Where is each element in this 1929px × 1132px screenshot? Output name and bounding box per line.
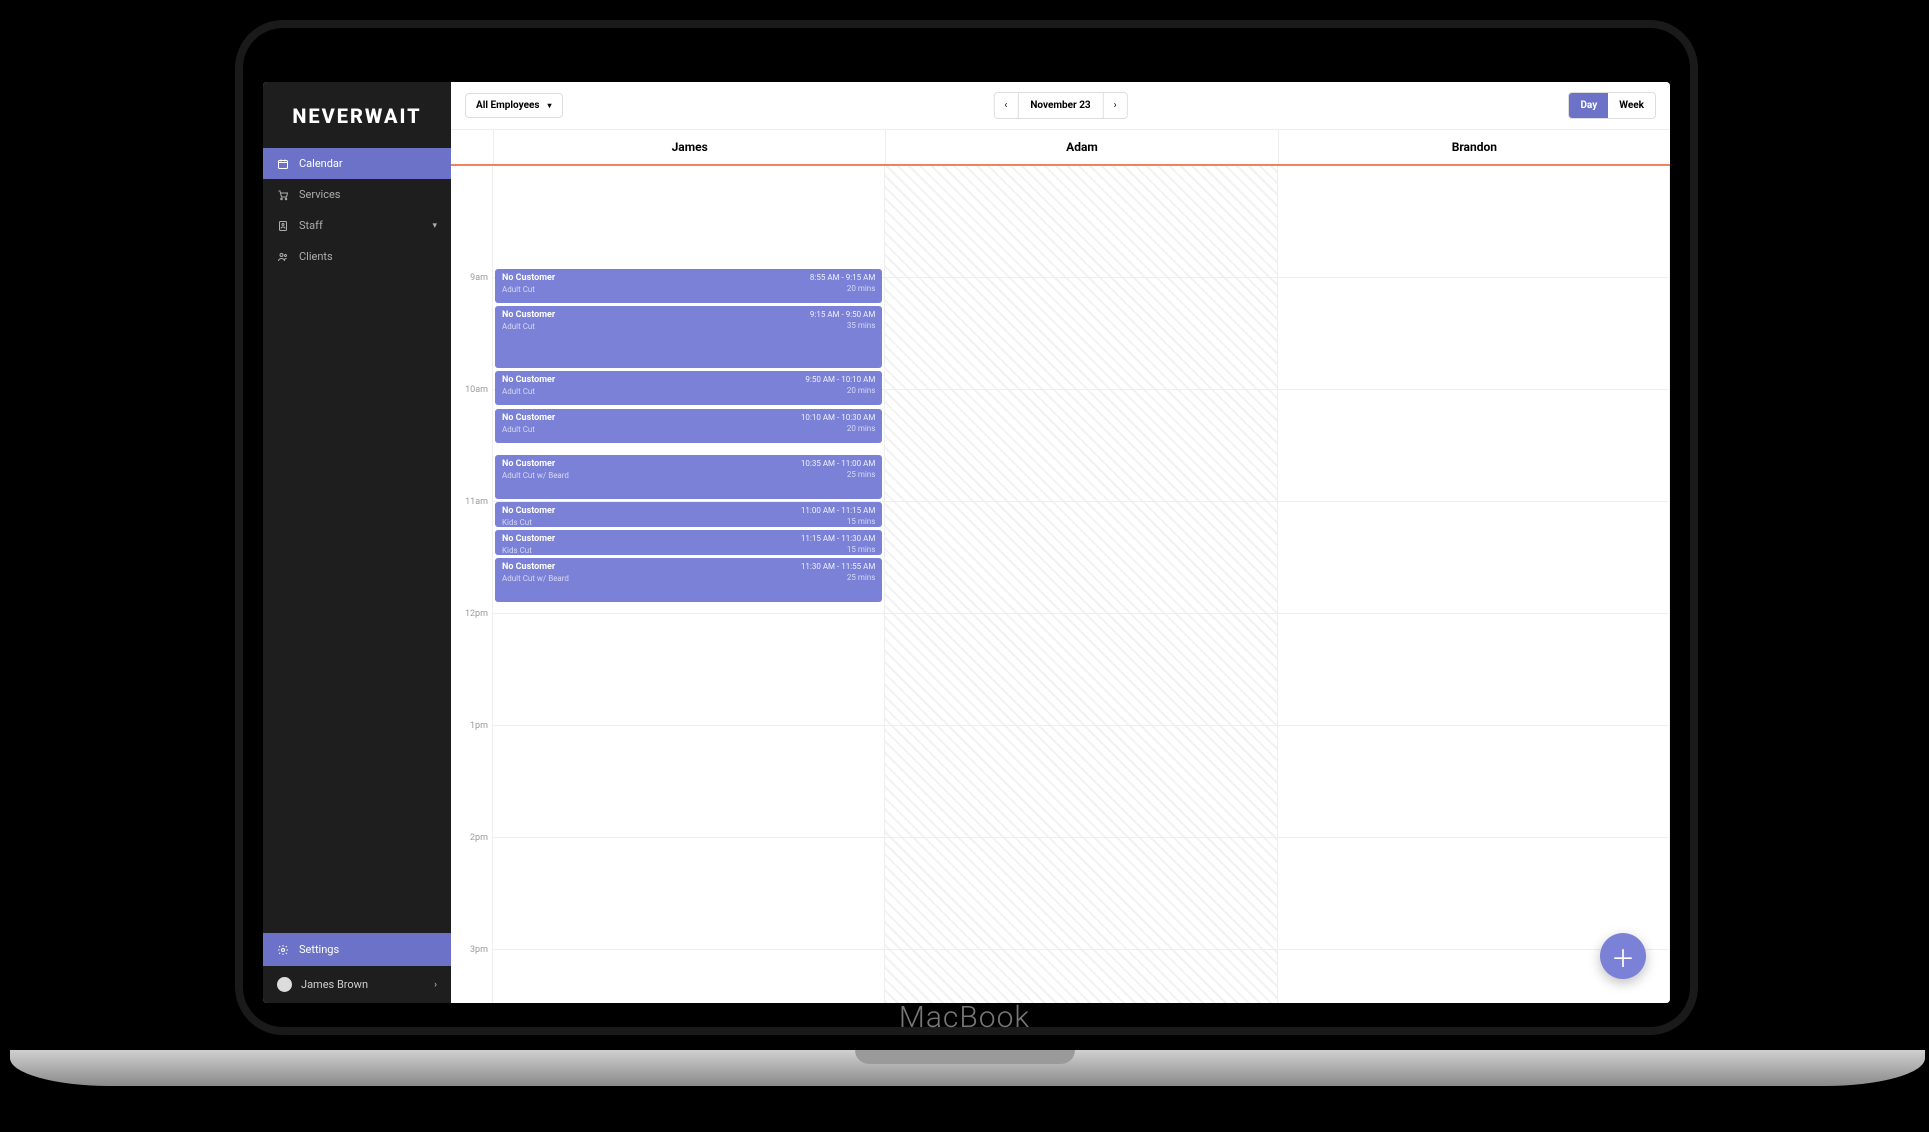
main: All Employees ▾ ‹ November 23 › <box>451 82 1670 1003</box>
brand-logo: NEVERWAIT <box>263 82 451 148</box>
event-duration: 35 mins <box>847 320 875 332</box>
avatar <box>277 977 292 992</box>
column-header-brandon: Brandon <box>1278 130 1670 164</box>
laptop-frame: NEVERWAIT Calendar Services <box>235 20 1698 1035</box>
add-appointment-button[interactable]: ＋ <box>1600 933 1646 979</box>
user-profile-button[interactable]: James Brown › <box>263 966 451 1003</box>
hour-label <box>451 166 492 278</box>
laptop-bezel: NEVERWAIT Calendar Services <box>243 28 1690 1027</box>
event-duration: 25 mins <box>847 469 875 481</box>
hour-label: 10am <box>451 385 492 497</box>
chevron-left-icon: ‹ <box>1004 100 1007 111</box>
event-duration: 20 mins <box>847 283 875 295</box>
appointment-event[interactable]: No CustomerKids Cut11:15 AM - 11:30 AM15… <box>495 530 882 555</box>
app-screen: NEVERWAIT Calendar Services <box>263 82 1670 1003</box>
sidebar-item-label: Staff <box>299 219 323 232</box>
event-service: Adult Cut <box>502 386 875 398</box>
settings-label: Settings <box>299 943 339 956</box>
user-name: James Brown <box>301 978 368 991</box>
day-view-button[interactable]: Day <box>1569 93 1608 118</box>
calendar-column-adam[interactable] <box>885 166 1277 1003</box>
sidebar: NEVERWAIT Calendar Services <box>263 82 451 1003</box>
laptop-notch <box>855 1050 1075 1064</box>
sidebar-bottom: Settings James Brown › <box>263 933 451 1003</box>
hour-label: 12pm <box>451 609 492 721</box>
sidebar-item-label: Calendar <box>299 157 343 170</box>
event-duration: 20 mins <box>847 385 875 397</box>
chevron-right-icon: › <box>434 980 437 990</box>
employee-filter-dropdown[interactable]: All Employees ▾ <box>465 93 563 118</box>
time-gutter: 9am10am11am12pm1pm2pm3pm <box>451 166 493 1003</box>
calendar-column-james[interactable]: No CustomerAdult Cut8:55 AM - 9:15 AM20 … <box>493 166 885 1003</box>
sidebar-item-label: Services <box>299 188 340 201</box>
event-service: Kids Cut <box>502 545 875 555</box>
event-duration: 15 mins <box>847 516 875 527</box>
calendar-column-brandon[interactable] <box>1278 166 1670 1003</box>
hour-label: 1pm <box>451 721 492 833</box>
sidebar-item-staff[interactable]: Staff ▾ <box>263 210 451 241</box>
plus-icon: ＋ <box>1611 939 1635 974</box>
primary-nav: Calendar Services Staff ▾ <box>263 148 451 933</box>
next-day-button[interactable]: › <box>1104 93 1127 118</box>
event-service: Adult Cut <box>502 424 875 436</box>
calendar-body: 9am10am11am12pm1pm2pm3pm No CustomerAdul… <box>451 166 1670 1003</box>
appointment-event[interactable]: No CustomerAdult Cut10:10 AM - 10:30 AM2… <box>495 409 882 443</box>
current-date-label[interactable]: November 23 <box>1018 93 1103 118</box>
staff-icon <box>277 220 289 232</box>
appointment-event[interactable]: No CustomerAdult Cut9:15 AM - 9:50 AM35 … <box>495 306 882 368</box>
sidebar-item-label: Clients <box>299 250 333 263</box>
view-mode-toggle: Day Week <box>1568 92 1656 119</box>
appointment-event[interactable]: No CustomerAdult Cut8:55 AM - 9:15 AM20 … <box>495 269 882 303</box>
laptop-brand-label: MacBook <box>899 1000 1030 1035</box>
event-service: Adult Cut w/ Beard <box>502 470 875 482</box>
week-view-button[interactable]: Week <box>1608 93 1655 118</box>
event-duration: 20 mins <box>847 423 875 435</box>
calendar-column-headers: James Adam Brandon <box>451 130 1670 166</box>
gear-icon <box>277 944 289 956</box>
appointment-event[interactable]: No CustomerKids Cut11:00 AM - 11:15 AM15… <box>495 502 882 527</box>
clients-icon <box>277 251 289 263</box>
hour-label: 2pm <box>451 833 492 945</box>
filter-label: All Employees <box>476 100 540 111</box>
date-navigator: ‹ November 23 › <box>993 92 1127 119</box>
event-service: Adult Cut <box>502 284 875 296</box>
event-service: Kids Cut <box>502 517 875 527</box>
sidebar-item-calendar[interactable]: Calendar <box>263 148 451 179</box>
chevron-down-icon: ▾ <box>548 101 552 110</box>
sidebar-item-services[interactable]: Services <box>263 179 451 210</box>
calendar-icon <box>277 158 289 170</box>
sidebar-item-settings[interactable]: Settings <box>263 933 451 966</box>
appointment-event[interactable]: No CustomerAdult Cut9:50 AM - 10:10 AM20… <box>495 371 882 405</box>
event-duration: 15 mins <box>847 544 875 555</box>
chevron-down-icon: ▾ <box>432 221 437 231</box>
column-header-james: James <box>493 130 885 164</box>
event-service: Adult Cut <box>502 321 875 333</box>
calendar-columns: No CustomerAdult Cut8:55 AM - 9:15 AM20 … <box>493 166 1670 1003</box>
sidebar-item-clients[interactable]: Clients <box>263 241 451 272</box>
hour-label: 3pm <box>451 945 492 1003</box>
cart-icon <box>277 189 289 201</box>
prev-day-button[interactable]: ‹ <box>994 93 1018 118</box>
column-header-adam: Adam <box>885 130 1277 164</box>
toolbar: All Employees ▾ ‹ November 23 › <box>451 82 1670 130</box>
appointment-event[interactable]: No CustomerAdult Cut w/ Beard10:35 AM - … <box>495 455 882 499</box>
chevron-right-icon: › <box>1114 100 1117 111</box>
time-gutter-header <box>451 130 493 164</box>
hour-label: 11am <box>451 497 492 609</box>
hour-label: 9am <box>451 273 492 385</box>
event-duration: 25 mins <box>847 572 875 584</box>
event-service: Adult Cut w/ Beard <box>502 573 875 585</box>
appointment-event[interactable]: No CustomerAdult Cut w/ Beard11:30 AM - … <box>495 558 882 602</box>
